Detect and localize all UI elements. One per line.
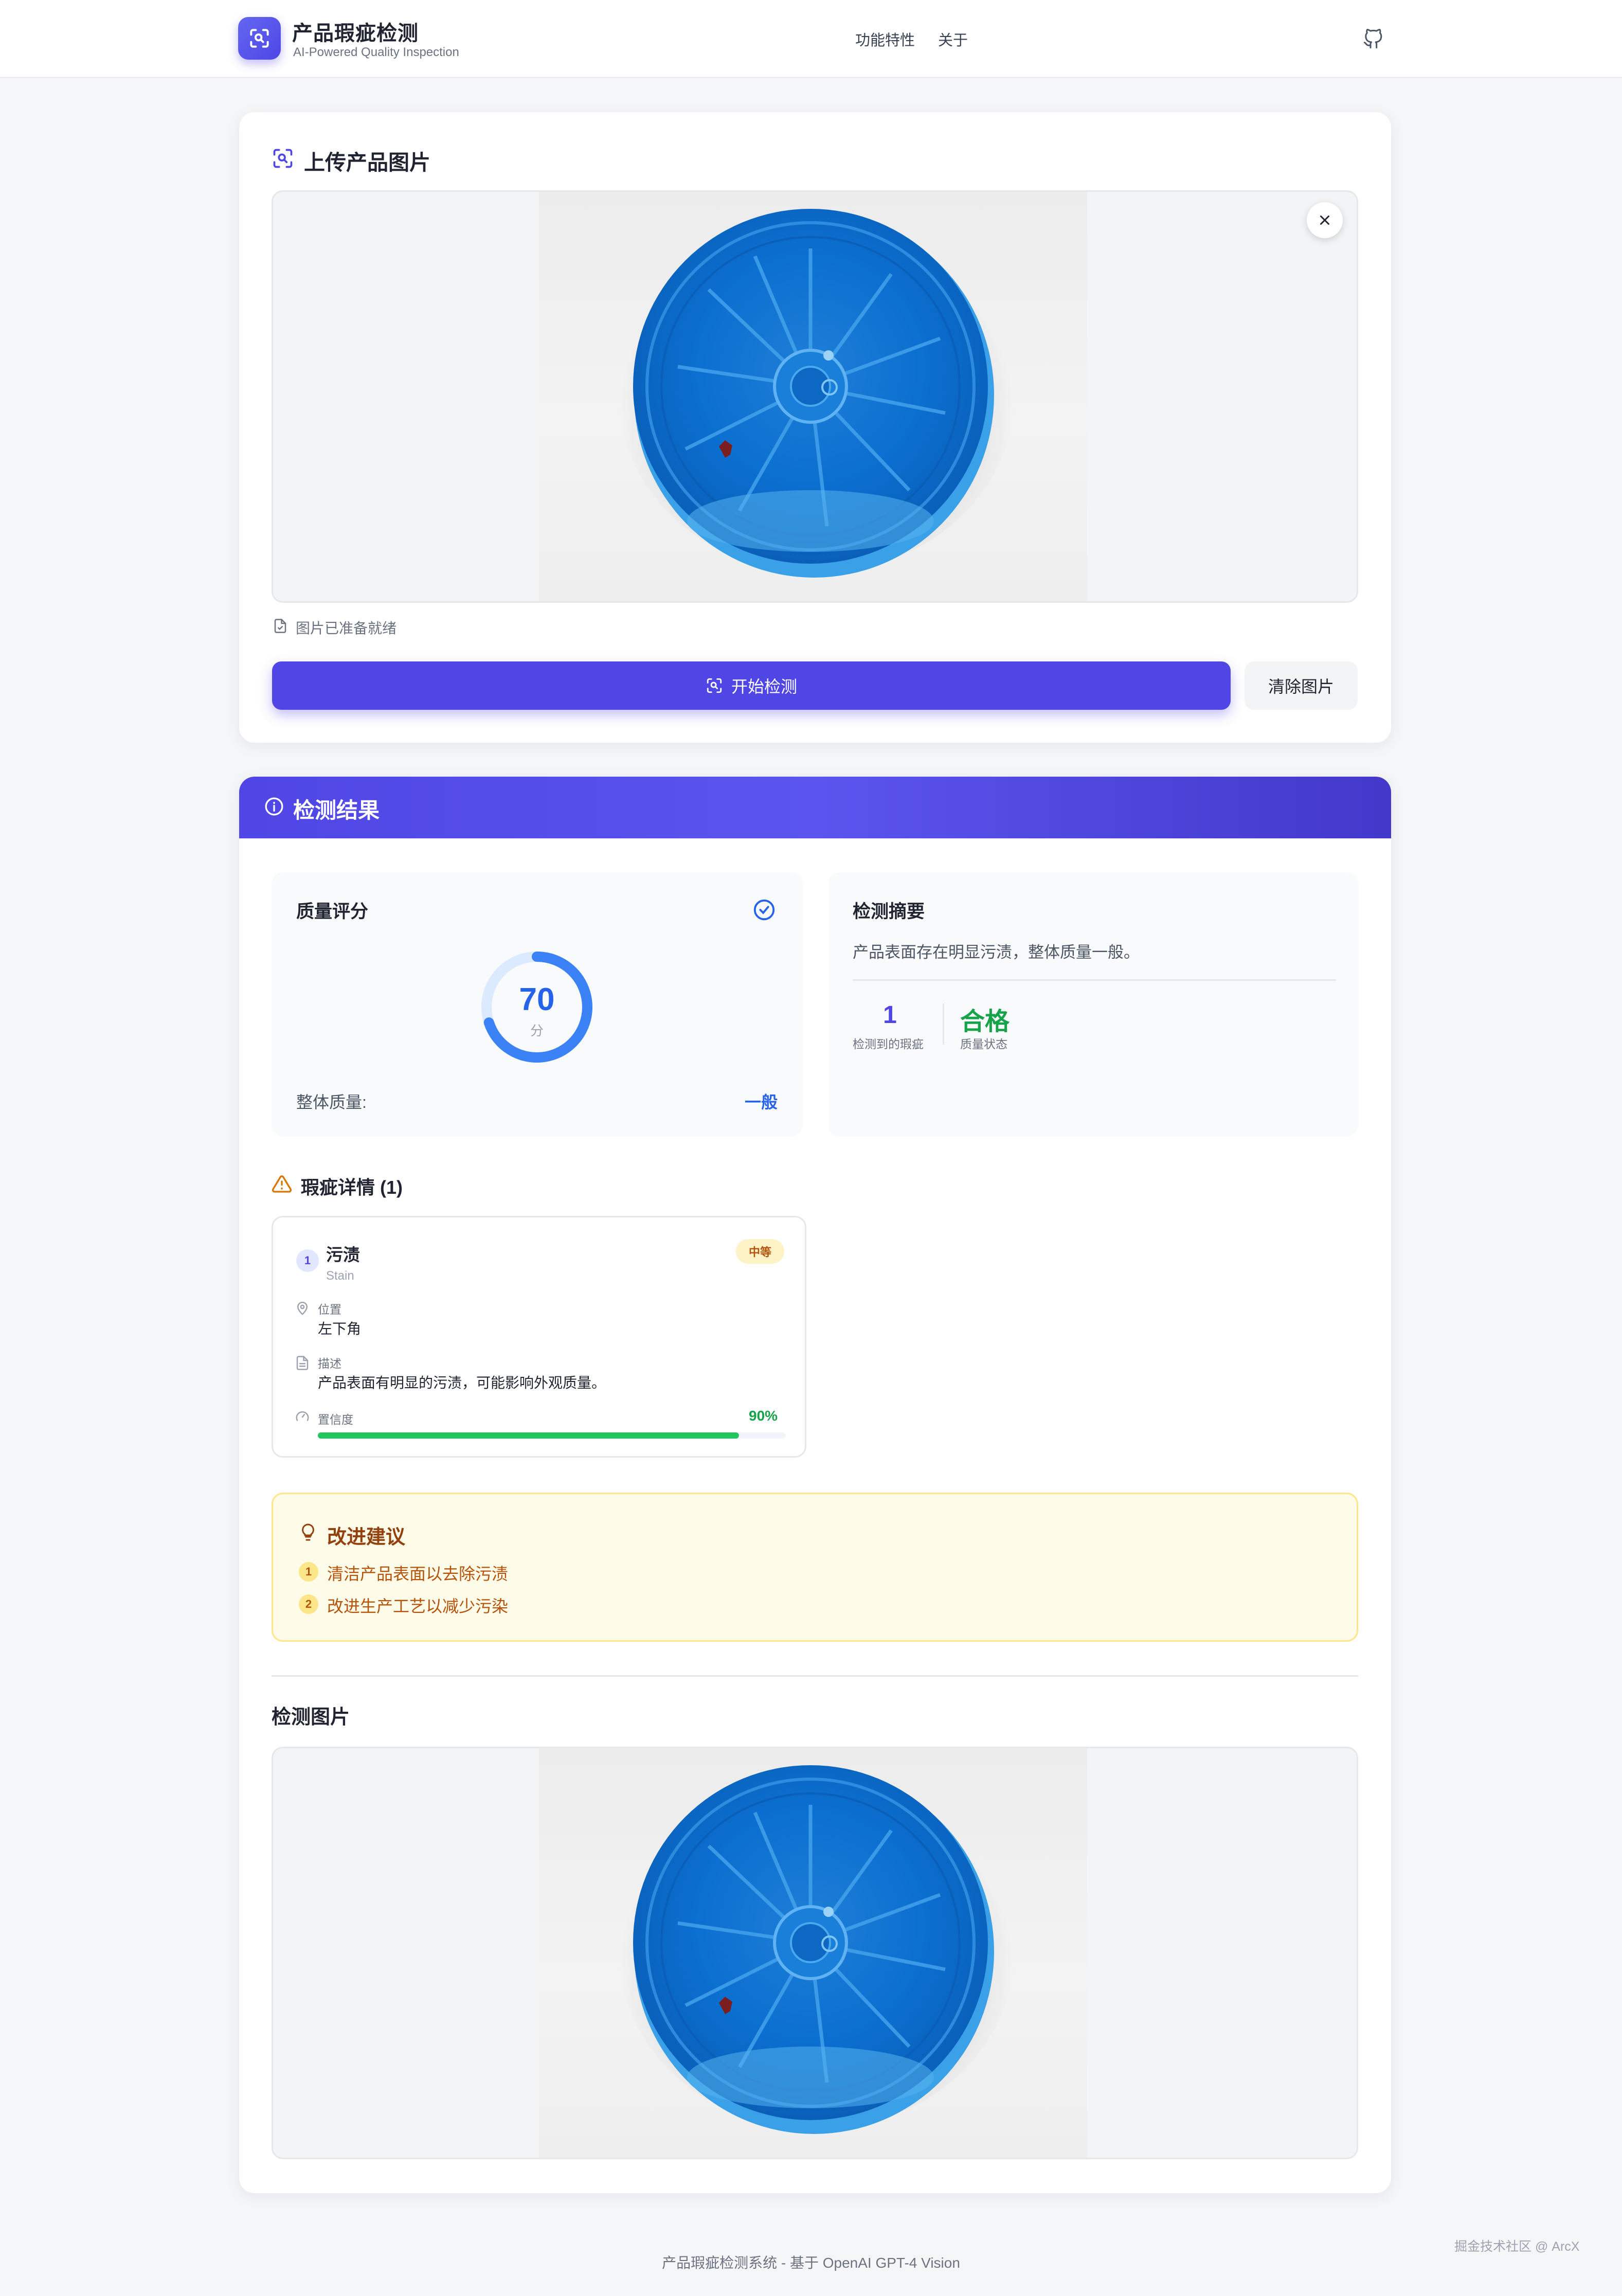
upload-status: 图片已准备就绪	[296, 620, 397, 636]
remove-image-button[interactable]	[1307, 202, 1343, 238]
stat-separator	[943, 1003, 944, 1045]
description-value: 产品表面有明显的污渍，可能影响外观质量。	[318, 1375, 606, 1391]
start-detection-button[interactable]: 开始检测	[272, 661, 1231, 710]
quality-status: 合格	[960, 1008, 1010, 1035]
advice-title: 改进建议	[327, 1527, 406, 1548]
alert-triangle-icon	[272, 1175, 292, 1193]
upload-title: 上传产品图片	[304, 151, 430, 174]
score-unit: 分	[530, 1023, 544, 1038]
upload-card: 上传产品图片 图片已准备就绪 开始检测 清除图片	[239, 112, 1391, 743]
file-text-icon	[296, 1356, 309, 1370]
clear-image-button[interactable]: 清除图片	[1245, 661, 1358, 710]
summary-text: 产品表面存在明显污渍，整体质量一般。	[853, 943, 1140, 961]
defects-title: 瑕疵详情 (1)	[301, 1177, 403, 1198]
confidence-bar-fill	[318, 1432, 739, 1439]
lightbulb-icon	[302, 1523, 314, 1541]
confidence-bar	[318, 1432, 786, 1439]
defect-name: 污渍	[326, 1245, 360, 1264]
confidence-label: 置信度	[318, 1413, 353, 1426]
confidence-value: 90%	[749, 1408, 778, 1424]
info-icon	[265, 797, 283, 816]
defect-name-en: Stain	[326, 1269, 354, 1283]
location-label: 位置	[318, 1303, 341, 1316]
summary-title: 检测摘要	[853, 902, 925, 922]
file-check-icon	[274, 619, 286, 633]
advice-index: 1	[299, 1562, 318, 1582]
severity-badge: 中等	[736, 1239, 784, 1264]
detect-image-title: 检测图片	[272, 1707, 350, 1728]
footer-text: 产品瑕疵检测系统 - 基于 OpenAI GPT-4 Vision	[662, 2255, 960, 2271]
brand-subtitle: AI-Powered Quality Inspection	[293, 45, 459, 59]
score-value: 70	[519, 982, 555, 1017]
top-header: 产品瑕疵检测 AI-Powered Quality Inspection 功能特…	[0, 0, 1622, 78]
github-icon[interactable]	[1363, 28, 1383, 50]
logo[interactable]	[238, 17, 281, 60]
defect-count: 1	[883, 1001, 897, 1029]
advice-item: 清洁产品表面以去除污渍	[327, 1565, 509, 1583]
location-value: 左下角	[318, 1321, 362, 1337]
summary-divider	[853, 979, 1336, 981]
advice-box: 改进建议 1 清洁产品表面以去除污渍 2 改进生产工艺以减少污染	[272, 1493, 1358, 1642]
results-title: 检测结果	[293, 798, 380, 822]
advice-index: 2	[299, 1594, 318, 1614]
defect-card[interactable]: 1 污渍 Stain 中等 位置 左下角 描述 产品表面有明显的污渍，可能影响外…	[272, 1216, 806, 1458]
defect-count-label: 检测到的瑕疵	[853, 1037, 924, 1051]
scan-icon	[707, 678, 722, 693]
nav-link-about[interactable]: 关于	[938, 28, 968, 50]
quality-score-panel: 质量评分 70 分 整体质量: 一般	[272, 872, 803, 1137]
close-icon	[1320, 216, 1329, 225]
scan-icon	[250, 29, 269, 48]
description-label: 描述	[318, 1357, 341, 1370]
scan-icon	[273, 149, 293, 168]
upload-preview	[272, 190, 1358, 603]
start-detection-label: 开始检测	[731, 677, 797, 696]
product-image	[539, 192, 1087, 601]
brand-title: 产品瑕疵检测	[292, 22, 419, 45]
overall-quality-value: 一般	[745, 1093, 778, 1111]
score-panel-title: 质量评分	[296, 902, 369, 922]
quality-status-label: 质量状态	[960, 1037, 1007, 1051]
detection-image-frame	[272, 1747, 1358, 2159]
summary-panel: 检测摘要 产品表面存在明显污渍，整体质量一般。 1 检测到的瑕疵 合格 质量状态	[828, 872, 1358, 1137]
results-card: 检测结果 质量评分 70 分 整体质量: 一般 检测摘要 产品表面存在明显污渍，…	[239, 777, 1391, 2193]
nav-link-features[interactable]: 功能特性	[855, 28, 915, 50]
check-circle-icon	[753, 899, 775, 921]
results-header: 检测结果	[239, 777, 1391, 838]
overall-quality-label: 整体质量:	[296, 1093, 367, 1111]
defect-index: 1	[296, 1249, 319, 1272]
detection-image	[539, 1748, 1087, 2158]
watermark: 掘金技术社区 @ ArcX	[1454, 2239, 1580, 2254]
advice-item: 改进生产工艺以减少污染	[327, 1597, 509, 1616]
section-divider	[272, 1675, 1358, 1677]
gauge-icon	[296, 1411, 309, 1421]
map-pin-icon	[297, 1301, 308, 1315]
